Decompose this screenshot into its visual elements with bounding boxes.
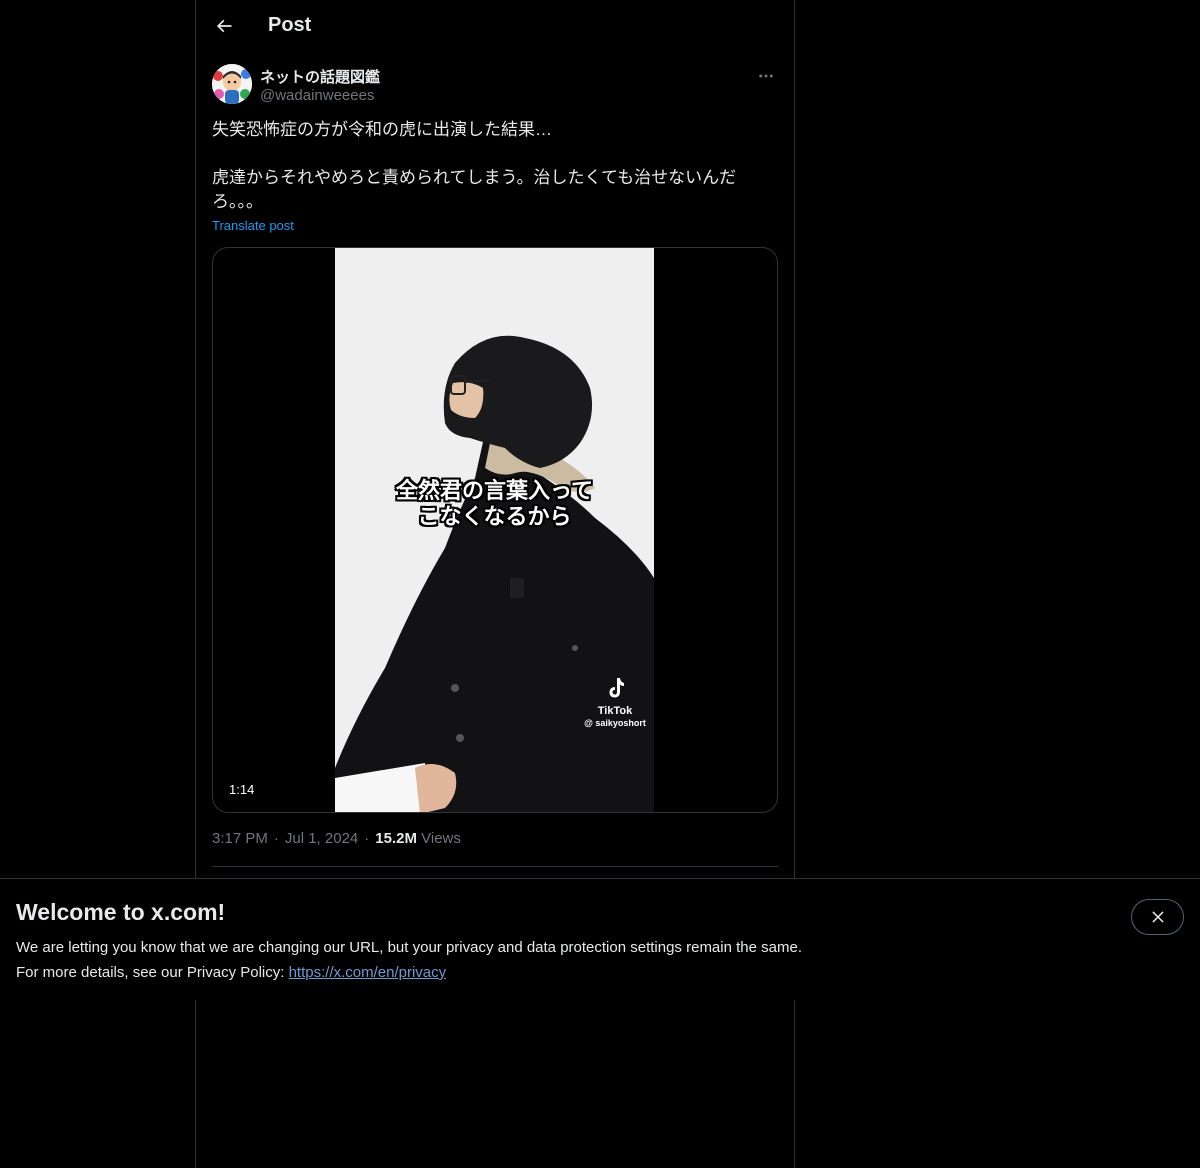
more-options-button[interactable]: [754, 64, 778, 88]
video-duration-badge: 1:14: [225, 780, 259, 799]
banner-close-button[interactable]: [1131, 899, 1184, 935]
tiktok-watermark: TikTok @ saikyoshort: [580, 676, 650, 729]
avatar-illustration-icon: [212, 64, 252, 104]
page-title: Post: [268, 14, 312, 36]
separator-dot: ·: [273, 830, 279, 847]
post-text: 失笑恐怖症の方が令和の虎に出演した結果… 虎達からそれやめろと責められてしまう。…: [212, 118, 752, 214]
divider: [212, 866, 778, 867]
privacy-policy-link[interactable]: https://x.com/en/privacy: [289, 964, 447, 981]
banner-text-line: We are letting you know that we are chan…: [16, 939, 802, 956]
post-date[interactable]: Jul 1, 2024: [285, 830, 358, 847]
close-icon: [1151, 911, 1164, 923]
tiktok-logo-icon: [609, 678, 624, 698]
post-text-line: 失笑恐怖症の方が令和の虎に出演した結果…: [212, 120, 552, 139]
banner-text-prefix: For more details, see our Privacy Policy…: [16, 964, 289, 981]
url-change-banner: Welcome to x.com! We are letting you kno…: [0, 878, 1200, 1000]
banner-title: Welcome to x.com!: [16, 899, 226, 925]
post-text-line: ろ。。。: [212, 192, 263, 211]
views-label: Views: [421, 830, 461, 847]
translate-post-link[interactable]: Translate post: [212, 218, 294, 233]
avatar[interactable]: [212, 64, 252, 104]
post-metadata: 3:17 PM · Jul 1, 2024 · 15.2M Views: [212, 830, 461, 847]
author-display-name[interactable]: ネットの話題図鑑: [260, 66, 380, 87]
post-author: ネットの話題図鑑 @wadainweeees: [212, 64, 778, 108]
post-time[interactable]: 3:17 PM: [212, 830, 268, 847]
more-horizontal-icon: [759, 74, 773, 78]
video-player[interactable]: 全然君の言葉入って こなくなるから TikTok @ saikyoshort 1…: [212, 247, 778, 813]
banner-text-line: For more details, see our Privacy Policy…: [16, 960, 802, 985]
tiktok-brand: TikTok: [597, 705, 633, 717]
author-handle[interactable]: @wadainweeees: [260, 87, 374, 104]
top-bar: Post: [196, 0, 794, 53]
banner-body: We are letting you know that we are chan…: [16, 935, 802, 985]
tiktok-username: @ saikyoshort: [584, 718, 646, 728]
back-button[interactable]: [206, 8, 242, 44]
video-frame: 全然君の言葉入って こなくなるから TikTok @ saikyoshort: [335, 248, 654, 812]
video-caption: 全然君の言葉入って こなくなるから: [335, 478, 654, 530]
post-text-line: 虎達からそれやめろと責められてしまう。治したくても治せないんだ: [212, 168, 737, 187]
views-count: 15.2M: [375, 830, 417, 847]
arrow-left-icon: [216, 19, 232, 33]
separator-dot: ·: [364, 830, 370, 847]
video-caption-line: こなくなるから: [417, 504, 572, 529]
video-caption-line: 全然君の言葉入って: [396, 478, 593, 503]
